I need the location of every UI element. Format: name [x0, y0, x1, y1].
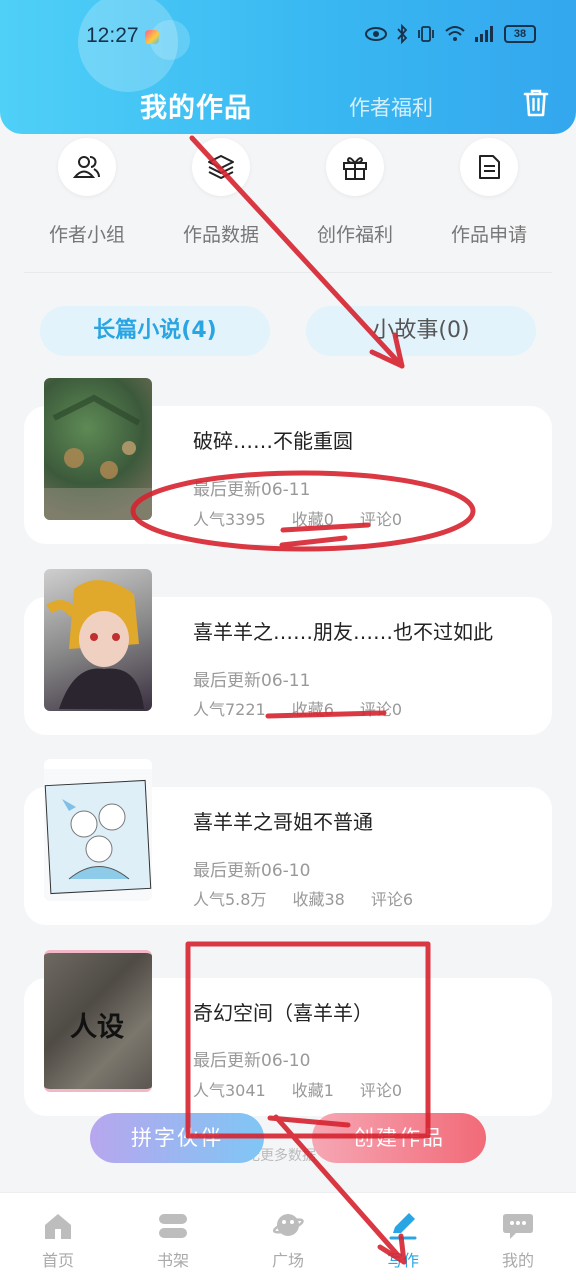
- nav-label: 书架: [156, 1251, 189, 1270]
- favorites-count: 收藏0: [291, 510, 334, 529]
- quick-action-label: 作品数据: [182, 224, 259, 246]
- layers-icon: [192, 138, 250, 196]
- word-partner-button[interactable]: 拼字伙伴: [90, 1113, 264, 1163]
- quick-action-label: 作品申请: [450, 224, 527, 246]
- work-title[interactable]: 喜羊羊之……朋友……也不过如此: [193, 616, 493, 645]
- bluetooth-icon: [397, 24, 408, 44]
- chat-icon: [503, 1214, 533, 1239]
- work-updated: 最后更新06-11: [193, 671, 311, 691]
- popularity-count: 人气7221: [193, 700, 266, 719]
- signal-icon: [475, 26, 493, 42]
- app-header: 12:27 38 我的作品 作者福利: [0, 0, 576, 134]
- work-updated: 最后更新06-10: [193, 1051, 311, 1071]
- quick-action-author-group[interactable]: 作者小组: [17, 134, 157, 247]
- favorites-count: 收藏38: [292, 890, 345, 909]
- comments-count: 评论0: [359, 1081, 403, 1100]
- popularity-count: 人气3041: [193, 1081, 266, 1100]
- favorites-count: 收藏1: [291, 1081, 334, 1100]
- comments-count: 评论0: [359, 510, 403, 529]
- bookshelf-icon: [159, 1214, 187, 1238]
- nav-mine[interactable]: 我的: [468, 1207, 568, 1271]
- work-title[interactable]: 奇幻空间（喜羊羊）: [193, 997, 373, 1026]
- work-cover-image[interactable]: 人设: [44, 950, 152, 1092]
- work-updated: 最后更新06-10: [193, 861, 311, 881]
- nav-bookshelf[interactable]: 书架: [123, 1207, 223, 1271]
- nav-plaza[interactable]: 广场: [238, 1207, 338, 1271]
- work-title[interactable]: 喜羊羊之哥姐不普通: [193, 806, 373, 835]
- quick-action-label: 创作福利: [316, 224, 393, 246]
- pen-icon: [389, 1213, 417, 1240]
- popularity-count: 人气5.8万: [193, 890, 267, 909]
- comments-count: 评论0: [359, 700, 403, 719]
- notification-app-icon: [145, 30, 159, 44]
- status-icons: 38: [364, 24, 536, 44]
- segment-novels[interactable]: 长篇小说(4): [40, 306, 270, 356]
- segment-stories[interactable]: 小故事(0): [306, 306, 536, 356]
- favorites-count: 收藏6: [291, 700, 334, 719]
- document-icon: [460, 138, 518, 196]
- wifi-icon: [445, 26, 465, 41]
- comments-count: 评论6: [370, 890, 414, 909]
- gift-icon: [326, 138, 384, 196]
- home-icon: [45, 1214, 71, 1239]
- eye-icon: [365, 27, 387, 41]
- popularity-count: 人气3395: [193, 510, 266, 529]
- quick-action-label: 作者小组: [48, 224, 125, 246]
- group-icon: [58, 138, 116, 196]
- quick-action-work-application[interactable]: 作品申请: [419, 134, 559, 247]
- work-cover-image[interactable]: [44, 569, 152, 711]
- work-stats: 人气3395 收藏0 评论0: [193, 506, 402, 530]
- work-stats: 人气3041 收藏1 评论0: [193, 1077, 402, 1101]
- tab-my-works[interactable]: 我的作品: [140, 86, 252, 125]
- work-stats: 人气5.8万 收藏38 评论6: [193, 886, 413, 910]
- status-time: 12:27: [86, 24, 139, 47]
- quick-action-work-data[interactable]: 作品数据: [151, 134, 291, 247]
- nav-label: 我的: [501, 1251, 534, 1270]
- cover-text: 人设: [70, 1012, 124, 1043]
- nav-label: 写作: [386, 1251, 419, 1270]
- quick-actions: 作者小组 作品数据 创作福利 作品申请: [0, 134, 576, 274]
- trash-icon[interactable]: [522, 88, 550, 118]
- planet-icon: [272, 1214, 304, 1236]
- bottom-nav: 首页 书架 广场 写作 我的: [0, 1192, 576, 1280]
- vibrate-icon: [418, 26, 434, 42]
- work-cover-image[interactable]: [44, 759, 152, 901]
- divider: [24, 272, 552, 273]
- work-title[interactable]: 破碎……不能重圆: [193, 425, 353, 454]
- battery-indicator: 38: [504, 25, 536, 43]
- nav-label: 首页: [41, 1251, 74, 1270]
- quick-action-creation-benefits[interactable]: 创作福利: [285, 134, 425, 247]
- nav-write[interactable]: 写作: [353, 1207, 453, 1271]
- create-work-button[interactable]: 创建作品: [312, 1113, 486, 1163]
- tab-author-benefits[interactable]: 作者福利: [349, 92, 433, 122]
- work-updated: 最后更新06-11: [193, 480, 311, 500]
- nav-home[interactable]: 首页: [8, 1207, 108, 1271]
- work-stats: 人气7221 收藏6 评论0: [193, 696, 402, 720]
- nav-label: 广场: [271, 1251, 304, 1270]
- work-cover-image[interactable]: [44, 378, 152, 520]
